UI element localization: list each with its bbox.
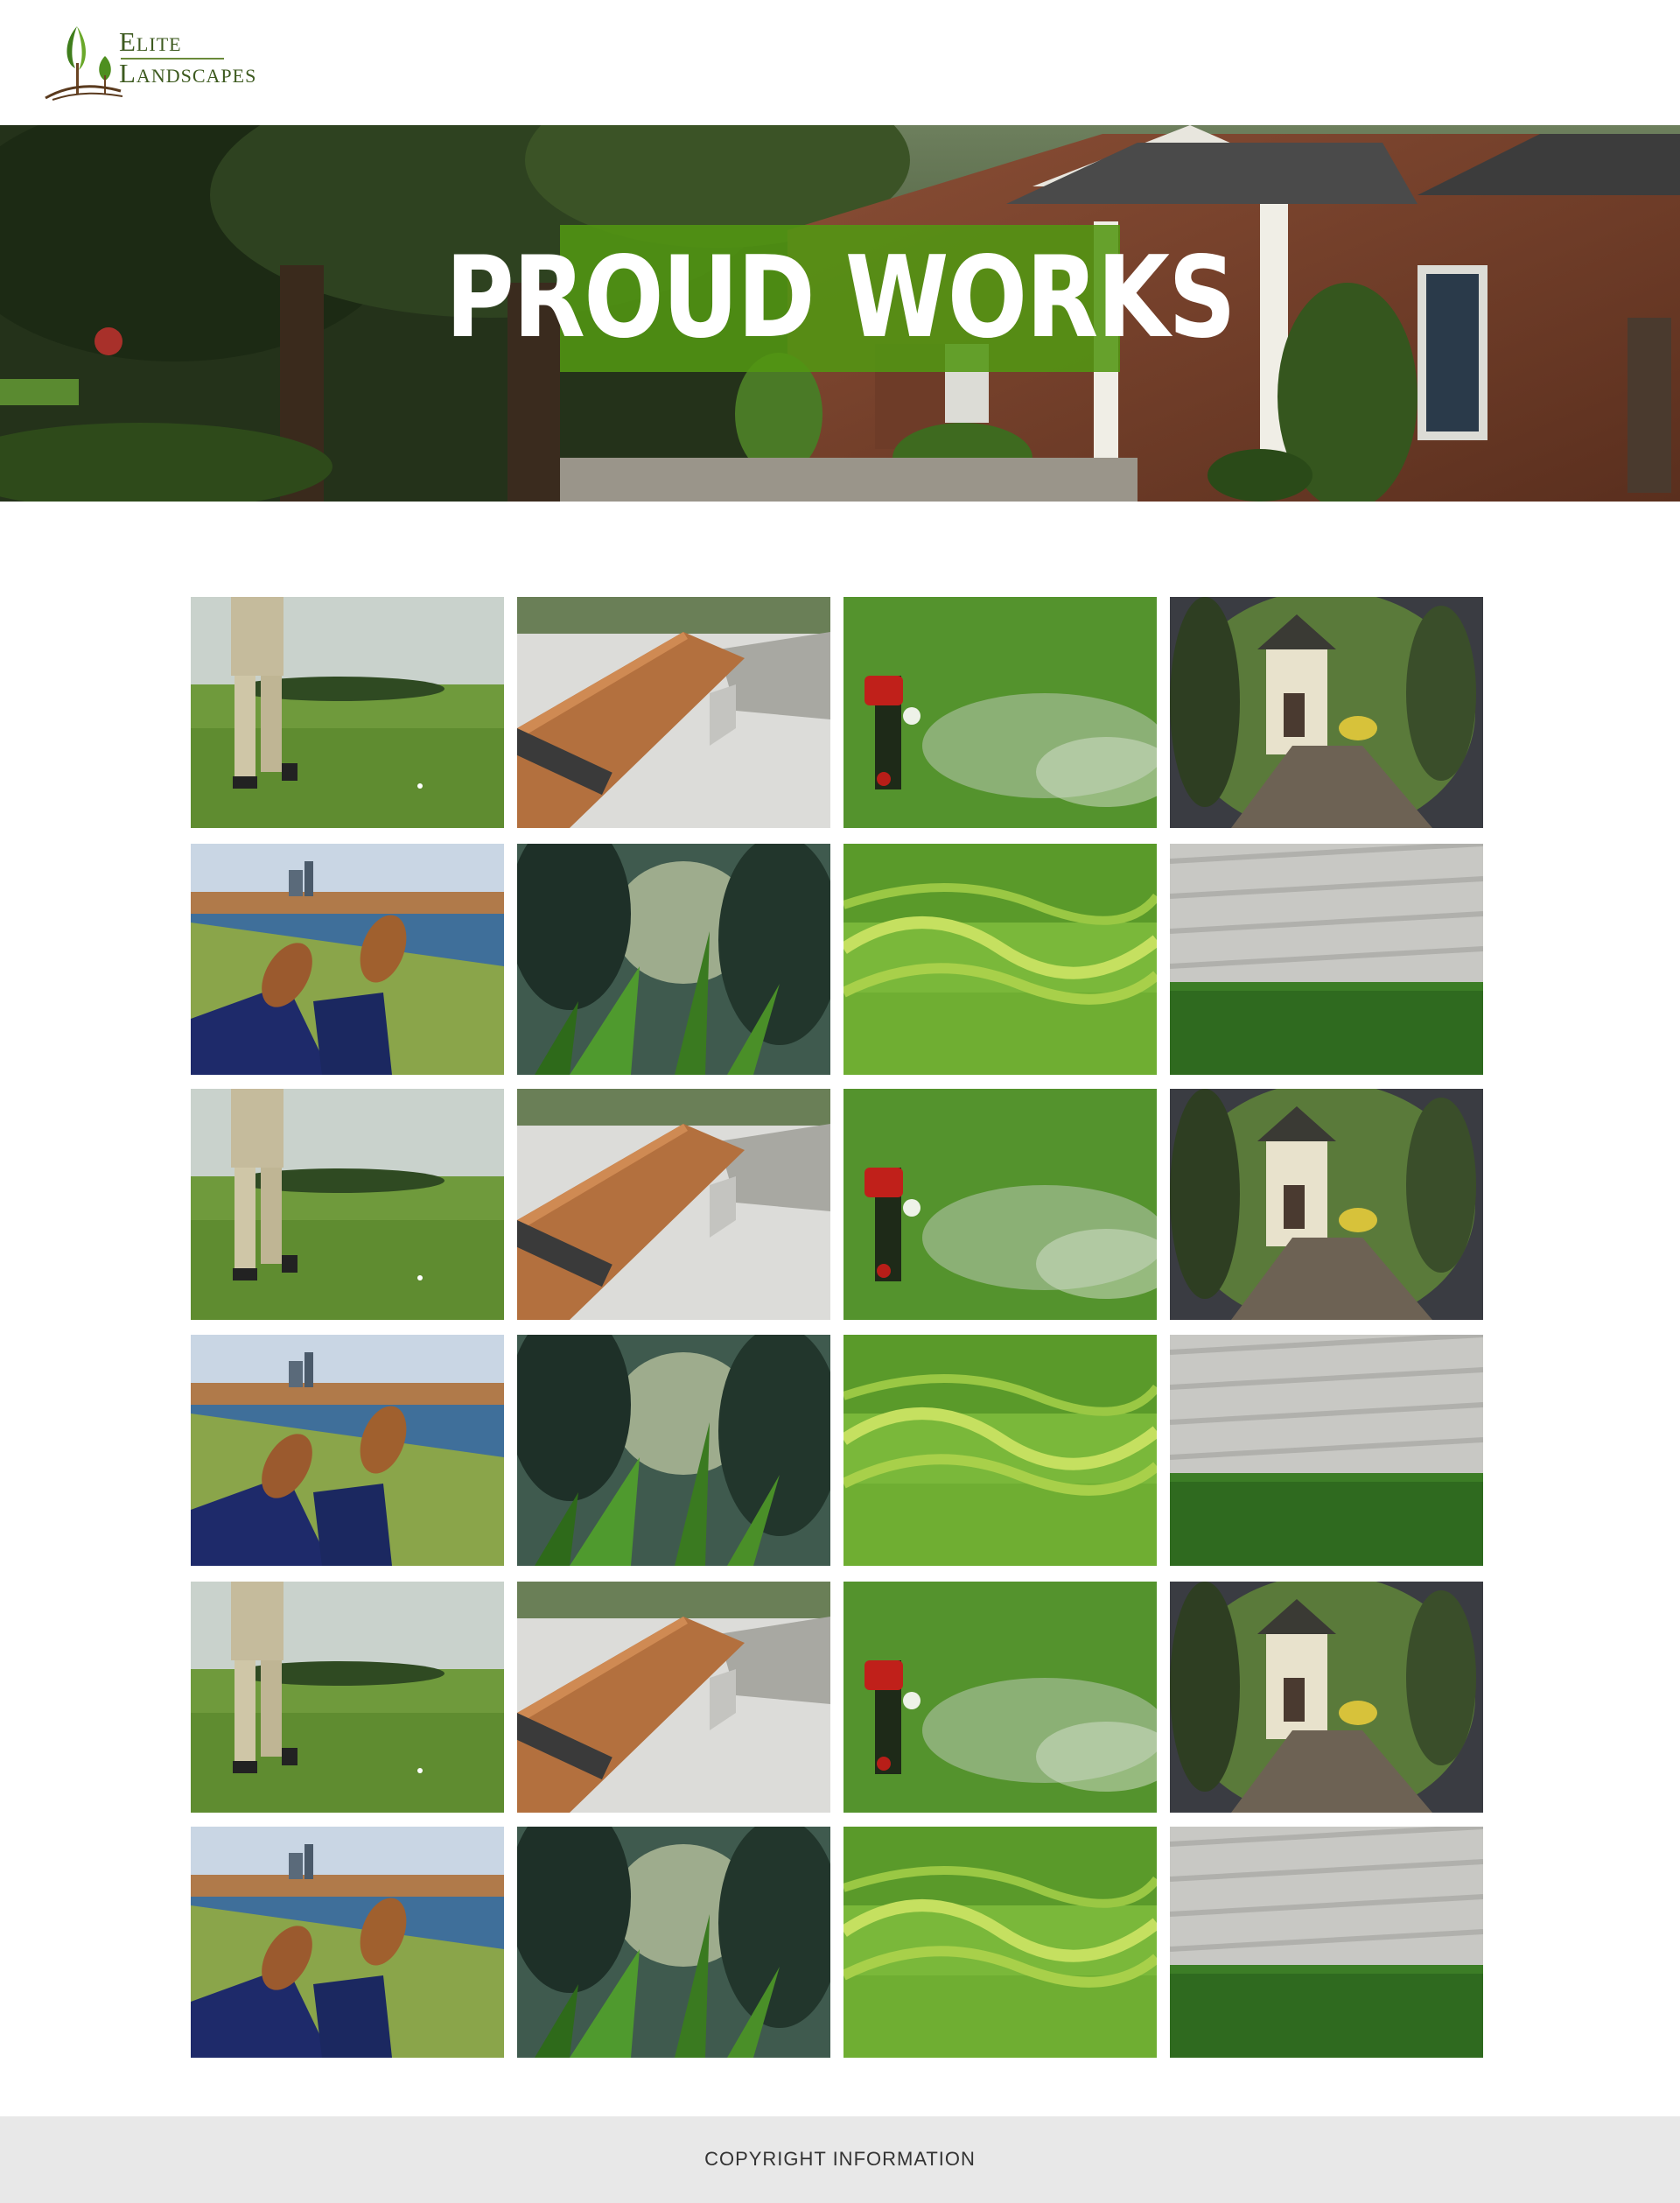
bench-photo[interactable] bbox=[517, 597, 830, 828]
golfer-photo[interactable] bbox=[191, 597, 504, 828]
cottage-photo[interactable] bbox=[1170, 1582, 1483, 1813]
riverbank-photo[interactable] bbox=[191, 1827, 504, 2058]
wall-and-turf-photo[interactable] bbox=[1170, 1827, 1483, 2058]
logo-word-elite: Elite bbox=[119, 26, 182, 57]
grass-bokeh-photo[interactable] bbox=[517, 844, 830, 1075]
lawn-closeup-photo[interactable] bbox=[844, 844, 1157, 1075]
riverbank-photo[interactable] bbox=[191, 1335, 504, 1566]
site-logo[interactable]: Elite Landscapes bbox=[44, 23, 271, 102]
bench-photo[interactable] bbox=[517, 1582, 830, 1813]
riverbank-photo[interactable] bbox=[191, 844, 504, 1075]
sprinkler-photo[interactable] bbox=[844, 1582, 1157, 1813]
tree-logo-icon bbox=[45, 26, 122, 101]
grass-bokeh-photo[interactable] bbox=[517, 1827, 830, 2058]
logo-word-landscapes: Landscapes bbox=[119, 58, 257, 88]
cottage-photo[interactable] bbox=[1170, 1089, 1483, 1320]
bench-photo[interactable] bbox=[517, 1089, 830, 1320]
page-title: PROUD WORKS bbox=[444, 233, 1236, 363]
sprinkler-photo[interactable] bbox=[844, 1089, 1157, 1320]
lawn-closeup-photo[interactable] bbox=[844, 1827, 1157, 2058]
golfer-photo[interactable] bbox=[191, 1089, 504, 1320]
golfer-photo[interactable] bbox=[191, 1582, 504, 1813]
site-footer: COPYRIGHT INFORMATION bbox=[0, 2116, 1680, 2203]
hero-banner: PROUD WORKS bbox=[0, 125, 1680, 502]
copyright-text: COPYRIGHT INFORMATION bbox=[704, 2148, 976, 2170]
lawn-closeup-photo[interactable] bbox=[844, 1335, 1157, 1566]
sprinkler-photo[interactable] bbox=[844, 597, 1157, 828]
wall-and-turf-photo[interactable] bbox=[1170, 844, 1483, 1075]
cottage-photo[interactable] bbox=[1170, 597, 1483, 828]
site-header: Elite Landscapes bbox=[0, 0, 1680, 125]
wall-and-turf-photo[interactable] bbox=[1170, 1335, 1483, 1566]
grass-bokeh-photo[interactable] bbox=[517, 1335, 830, 1566]
